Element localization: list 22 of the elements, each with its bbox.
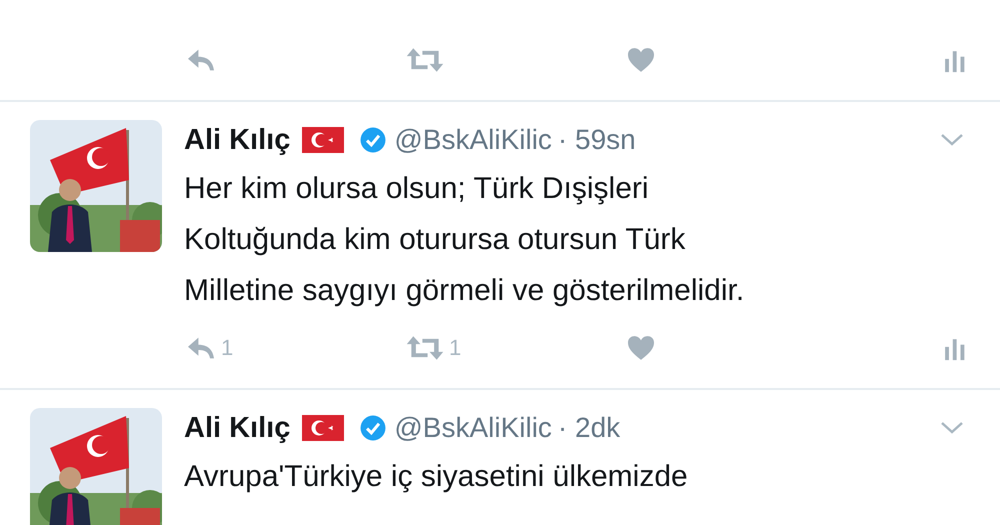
chevron-down-icon[interactable] <box>940 133 964 147</box>
flag-icon <box>302 415 344 441</box>
tweet-text: Avrupa'Türkiye iç siyasetini ülkemizde <box>184 459 689 495</box>
user-handle[interactable]: @BskAliKilic <box>394 124 552 156</box>
retweet-icon[interactable] <box>405 335 445 361</box>
verified-badge-icon <box>360 415 386 441</box>
heart-icon[interactable] <box>625 47 657 73</box>
reply-icon[interactable] <box>185 47 217 73</box>
reply-icon[interactable] <box>185 335 217 361</box>
reply-count: 1 <box>221 335 234 361</box>
timestamp[interactable]: · 59sn <box>558 124 636 156</box>
flag-icon <box>302 127 344 153</box>
user-handle[interactable]: @BskAliKilic <box>394 412 552 444</box>
tweet-text: Her kim olursa olsun; Türk Dışişleri Koltuğunda kim oturursa otursun Türk Milletine saygıyı görmeli ve gösterilmelidir. <box>184 171 746 309</box>
user-name[interactable]: Ali Kılıç <box>184 412 290 444</box>
chevron-down-icon[interactable] <box>940 421 964 435</box>
timestamp[interactable]: · 2dk <box>558 412 620 444</box>
user-name[interactable]: Ali Kılıç <box>184 124 290 156</box>
heart-icon[interactable] <box>625 335 657 361</box>
retweet-count: 1 <box>449 335 462 361</box>
retweet-icon[interactable] <box>405 47 445 73</box>
verified-badge-icon <box>360 127 386 153</box>
